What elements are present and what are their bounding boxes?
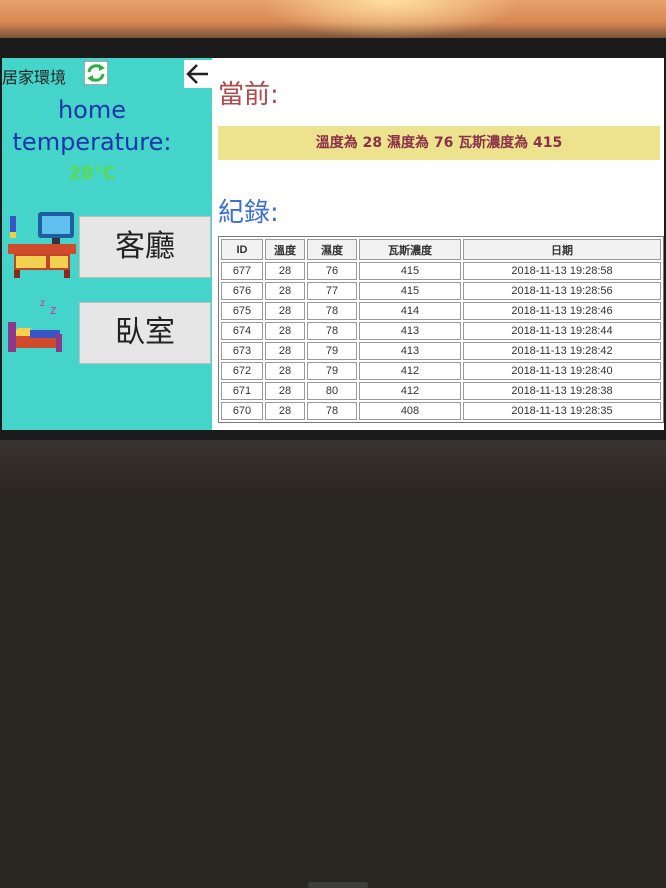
living-room-icon — [6, 208, 78, 280]
cell-gas: 415 — [359, 262, 461, 280]
table-row: 676 28 77 415 2018-11-13 19:28:56 — [221, 282, 661, 300]
cell-gas: 412 — [359, 362, 461, 380]
header-temperature: 溫度 — [265, 239, 305, 260]
cell-temperature: 28 — [265, 322, 305, 340]
table-row: 670 28 78 408 2018-11-13 19:28:35 — [221, 402, 661, 420]
header-id: ID — [221, 239, 263, 260]
monitor-brand-mark — [308, 882, 368, 888]
cell-temperature: 28 — [265, 342, 305, 360]
cell-gas: 415 — [359, 282, 461, 300]
cell-id: 676 — [221, 282, 263, 300]
cell-id: 677 — [221, 262, 263, 280]
table-row: 677 28 76 415 2018-11-13 19:28:58 — [221, 262, 661, 280]
bedroom-button[interactable]: 臥室 — [79, 302, 211, 364]
temperature-value: 28°C — [68, 163, 116, 184]
table-row: 674 28 78 413 2018-11-13 19:28:44 — [221, 322, 661, 340]
refresh-icon[interactable] — [83, 60, 109, 86]
svg-text:z: z — [50, 303, 56, 317]
cell-date: 2018-11-13 19:28:42 — [463, 342, 661, 360]
cell-humidity: 80 — [307, 382, 357, 400]
records-table: ID 溫度 濕度 瓦斯濃度 日期 677 28 76 415 2018-11-1… — [218, 236, 664, 423]
cell-humidity: 79 — [307, 342, 357, 360]
header-gas: 瓦斯濃度 — [359, 239, 461, 260]
table-header-row: ID 溫度 濕度 瓦斯濃度 日期 — [221, 239, 661, 260]
cell-gas: 414 — [359, 302, 461, 320]
cell-temperature: 28 — [265, 402, 305, 420]
cell-date: 2018-11-13 19:28:56 — [463, 282, 661, 300]
cell-temperature: 28 — [265, 262, 305, 280]
table-row: 672 28 79 412 2018-11-13 19:28:40 — [221, 362, 661, 380]
table-row: 673 28 79 413 2018-11-13 19:28:42 — [221, 342, 661, 360]
cell-id: 674 — [221, 322, 263, 340]
monitor-stand-area — [0, 440, 666, 888]
cell-humidity: 79 — [307, 362, 357, 380]
app-title: 居家環境 — [2, 68, 67, 87]
cell-id: 670 — [221, 402, 263, 420]
table-row: 675 28 78 414 2018-11-13 19:28:46 — [221, 302, 661, 320]
cell-temperature: 28 — [265, 362, 305, 380]
temperature-label: temperature: — [12, 128, 172, 156]
home-label: home — [57, 96, 127, 124]
header-date: 日期 — [463, 239, 661, 260]
cell-id: 672 — [221, 362, 263, 380]
records-title: 紀錄: — [218, 198, 279, 228]
cell-date: 2018-11-13 19:28:46 — [463, 302, 661, 320]
app-screen: 居家環境 home temperature: 28°C 客廳 z z 臥室 當前… — [2, 58, 664, 430]
cell-date: 2018-11-13 19:28:35 — [463, 402, 661, 420]
wall-light — [260, 0, 520, 40]
header-humidity: 濕度 — [307, 239, 357, 260]
cell-gas: 413 — [359, 342, 461, 360]
current-readings: 溫度為 28 濕度為 76 瓦斯濃度為 415 — [218, 126, 660, 160]
svg-text:z: z — [40, 298, 45, 309]
cell-temperature: 28 — [265, 282, 305, 300]
sidebar: 居家環境 home temperature: 28°C 客廳 z z 臥室 — [2, 58, 212, 430]
cell-humidity: 78 — [307, 302, 357, 320]
background-wall — [0, 0, 666, 40]
cell-gas: 408 — [359, 402, 461, 420]
arrow-left-icon[interactable] — [184, 60, 212, 88]
cell-gas: 412 — [359, 382, 461, 400]
cell-humidity: 76 — [307, 262, 357, 280]
current-title: 當前: — [218, 80, 279, 110]
cell-date: 2018-11-13 19:28:58 — [463, 262, 661, 280]
cell-humidity: 78 — [307, 322, 357, 340]
cell-id: 671 — [221, 382, 263, 400]
living-room-button[interactable]: 客廳 — [79, 216, 211, 278]
cell-humidity: 78 — [307, 402, 357, 420]
cell-date: 2018-11-13 19:28:44 — [463, 322, 661, 340]
cell-date: 2018-11-13 19:28:38 — [463, 382, 661, 400]
table-row: 671 28 80 412 2018-11-13 19:28:38 — [221, 382, 661, 400]
cell-temperature: 28 — [265, 302, 305, 320]
cell-temperature: 28 — [265, 382, 305, 400]
cell-date: 2018-11-13 19:28:40 — [463, 362, 661, 380]
cell-humidity: 77 — [307, 282, 357, 300]
bedroom-icon: z z — [6, 296, 66, 356]
cell-id: 675 — [221, 302, 263, 320]
cell-gas: 413 — [359, 322, 461, 340]
cell-id: 673 — [221, 342, 263, 360]
